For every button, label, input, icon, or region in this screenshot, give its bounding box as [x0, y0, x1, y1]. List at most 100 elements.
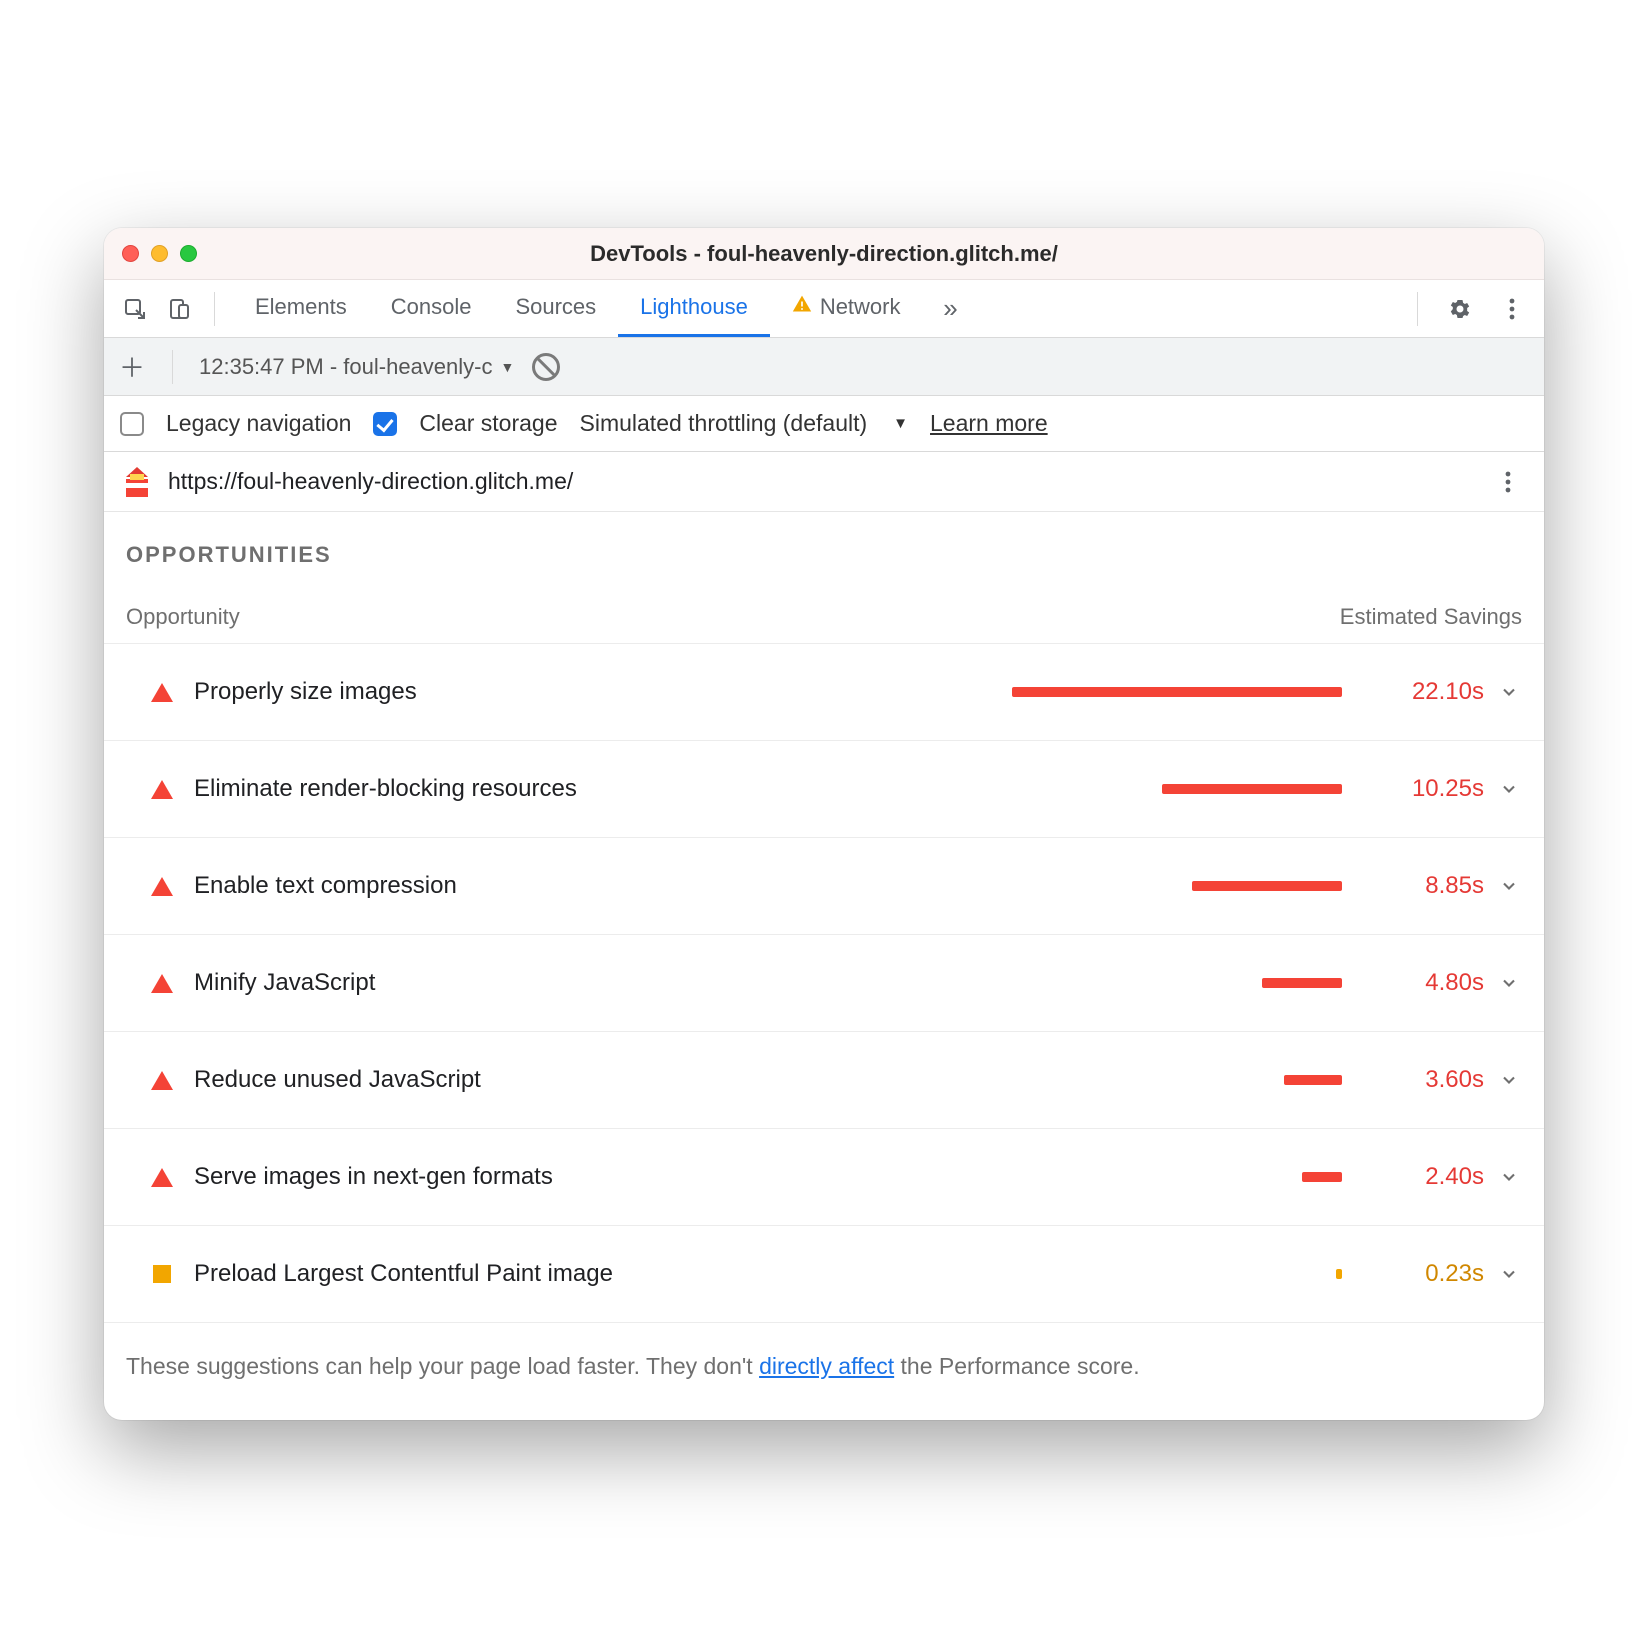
opportunity-label: Minify JavaScript	[180, 969, 740, 997]
opportunity-label: Serve images in next-gen formats	[180, 1163, 740, 1191]
opportunities-header: Opportunity Estimated Savings	[104, 586, 1544, 644]
legacy-navigation-checkbox[interactable]	[120, 412, 144, 436]
chevron-down-icon[interactable]	[1484, 973, 1534, 993]
savings-bar-wrap	[740, 1172, 1364, 1182]
savings-bar	[1284, 1075, 1342, 1085]
warning-square-icon	[144, 1265, 180, 1283]
chevron-down-icon[interactable]	[1484, 876, 1534, 896]
savings-bar	[1262, 978, 1342, 988]
savings-bar-wrap	[740, 881, 1364, 891]
note-text-pre: These suggestions can help your page loa…	[126, 1353, 759, 1379]
opportunity-label: Enable text compression	[180, 872, 740, 900]
legacy-navigation-label: Legacy navigation	[166, 410, 351, 437]
savings-value: 22.10s	[1364, 678, 1484, 706]
opportunity-label: Preload Largest Contentful Paint image	[180, 1260, 740, 1288]
opportunity-row[interactable]: Reduce unused JavaScript 3.60s	[104, 1031, 1544, 1129]
new-report-button[interactable]: ＋	[118, 353, 146, 381]
clear-storage-checkbox[interactable]	[373, 412, 397, 436]
footer-note: These suggestions can help your page loa…	[104, 1323, 1544, 1420]
savings-value: 2.40s	[1364, 1163, 1484, 1191]
column-opportunity: Opportunity	[126, 604, 746, 630]
opportunity-row[interactable]: Enable text compression 8.85s	[104, 837, 1544, 935]
savings-value: 10.25s	[1364, 775, 1484, 803]
chevron-down-icon[interactable]: ▼	[893, 415, 908, 432]
minimize-window-button[interactable]	[151, 245, 168, 262]
panel-tabs: Elements Console Sources Lighthouse Netw…	[233, 280, 923, 337]
warning-icon	[792, 294, 812, 320]
opportunity-label: Properly size images	[180, 678, 740, 706]
savings-bar-wrap	[740, 1269, 1364, 1279]
fail-triangle-icon	[144, 683, 180, 702]
separator	[214, 292, 215, 326]
inspect-element-icon[interactable]	[118, 292, 152, 326]
tab-label: Network	[820, 294, 901, 320]
tab-label: Sources	[515, 294, 596, 320]
tab-label: Console	[391, 294, 472, 320]
chevron-down-icon[interactable]	[1484, 682, 1534, 702]
lighthouse-icon	[122, 465, 152, 499]
window-controls	[122, 245, 197, 262]
savings-bar	[1336, 1269, 1342, 1279]
settings-gear-icon[interactable]	[1442, 291, 1478, 327]
note-link[interactable]: directly affect	[759, 1353, 894, 1379]
lighthouse-settings: Legacy navigation Clear storage Simulate…	[104, 396, 1544, 452]
overflow-tabs-icon[interactable]: »	[933, 293, 969, 324]
note-text-post: the Performance score.	[894, 1353, 1139, 1379]
chevron-down-icon[interactable]	[1484, 1070, 1534, 1090]
savings-bar	[1162, 784, 1342, 794]
zoom-window-button[interactable]	[180, 245, 197, 262]
tab-network[interactable]: Network	[770, 280, 923, 337]
savings-value: 0.23s	[1364, 1260, 1484, 1288]
tab-sources[interactable]: Sources	[493, 280, 618, 337]
chevron-down-icon[interactable]	[1484, 1264, 1534, 1284]
chevron-down-icon: ▼	[501, 359, 515, 375]
devtools-window: DevTools - foul-heavenly-direction.glitc…	[104, 228, 1544, 1420]
separator	[1417, 292, 1418, 326]
opportunity-row[interactable]: Preload Largest Contentful Paint image 0.…	[104, 1225, 1544, 1323]
section-heading: OPPORTUNITIES	[104, 512, 1544, 586]
tab-label: Lighthouse	[640, 294, 748, 320]
separator	[172, 350, 173, 384]
fail-triangle-icon	[144, 974, 180, 993]
opportunity-row[interactable]: Minify JavaScript 4.80s	[104, 934, 1544, 1032]
savings-bar	[1012, 687, 1342, 697]
savings-bar-wrap	[740, 687, 1364, 697]
tab-label: Elements	[255, 294, 347, 320]
tab-console[interactable]: Console	[369, 280, 494, 337]
tab-elements[interactable]: Elements	[233, 280, 369, 337]
column-savings: Estimated Savings	[746, 604, 1522, 630]
opportunity-row[interactable]: Serve images in next-gen formats 2.40s	[104, 1128, 1544, 1226]
opportunity-row[interactable]: Properly size images 22.10s	[104, 643, 1544, 741]
devtools-tabstrip: Elements Console Sources Lighthouse Netw…	[104, 280, 1544, 338]
savings-value: 4.80s	[1364, 969, 1484, 997]
savings-bar-wrap	[740, 784, 1364, 794]
savings-bar	[1302, 1172, 1342, 1182]
savings-bar-wrap	[740, 1075, 1364, 1085]
opportunity-label: Eliminate render-blocking resources	[180, 775, 740, 803]
report-url-row: https://foul-heavenly-direction.glitch.m…	[104, 452, 1544, 512]
opportunity-row[interactable]: Eliminate render-blocking resources 10.25…	[104, 740, 1544, 838]
tab-lighthouse[interactable]: Lighthouse	[618, 280, 770, 337]
report-selector-label: 12:35:47 PM - foul-heavenly-c	[199, 354, 493, 380]
fail-triangle-icon	[144, 1168, 180, 1187]
report-menu-icon[interactable]	[1490, 464, 1526, 500]
report-selector[interactable]: 12:35:47 PM - foul-heavenly-c ▼	[199, 354, 514, 380]
savings-bar	[1192, 881, 1342, 891]
titlebar: DevTools - foul-heavenly-direction.glitc…	[104, 228, 1544, 280]
learn-more-link[interactable]: Learn more	[930, 410, 1048, 437]
window-title: DevTools - foul-heavenly-direction.glitc…	[104, 241, 1544, 267]
device-toolbar-icon[interactable]	[162, 292, 196, 326]
more-options-icon[interactable]	[1494, 291, 1530, 327]
fail-triangle-icon	[144, 780, 180, 799]
fail-triangle-icon	[144, 877, 180, 896]
savings-value: 8.85s	[1364, 872, 1484, 900]
opportunities-list: Properly size images 22.10s Eliminate rend…	[104, 643, 1544, 1323]
report-url: https://foul-heavenly-direction.glitch.m…	[168, 468, 573, 495]
chevron-down-icon[interactable]	[1484, 779, 1534, 799]
savings-value: 3.60s	[1364, 1066, 1484, 1094]
close-window-button[interactable]	[122, 245, 139, 262]
fail-triangle-icon	[144, 1071, 180, 1090]
clear-all-icon[interactable]	[532, 353, 560, 381]
chevron-down-icon[interactable]	[1484, 1167, 1534, 1187]
opportunity-label: Reduce unused JavaScript	[180, 1066, 740, 1094]
